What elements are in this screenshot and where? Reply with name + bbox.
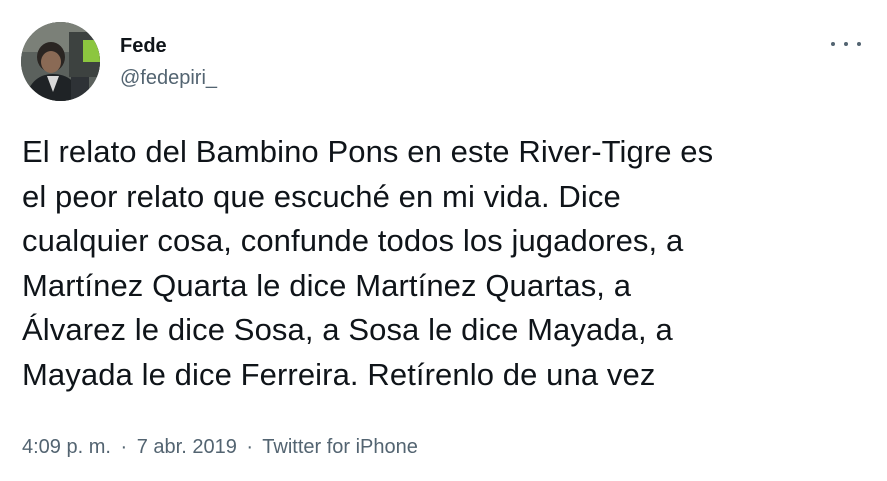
author-info: Fede @fedepiri_	[120, 34, 217, 90]
tweet-date[interactable]: 7 abr. 2019	[137, 436, 237, 458]
tweet-text-line: el peor relato que escuché en mi vida. D…	[22, 178, 621, 214]
meta-separator: ·	[120, 436, 128, 458]
dot	[831, 42, 835, 46]
author-display-name[interactable]: Fede	[120, 34, 217, 58]
dot	[857, 42, 861, 46]
meta-separator: ·	[246, 436, 254, 458]
avatar[interactable]	[21, 22, 100, 101]
tweet-card: Fede @fedepiri_ El relato del Bambino Po…	[0, 0, 887, 481]
dot	[844, 42, 848, 46]
tweet-text-line: cualquier cosa, confunde todos los jugad…	[22, 223, 684, 258]
tweet-time[interactable]: 4:09 p. m.	[22, 436, 111, 458]
tweet-text-line: Álvarez le dice Sosa, a Sosa le dice May…	[22, 312, 673, 347]
more-dots-icon[interactable]	[831, 34, 861, 54]
tweet-text-line: Martínez Quarta le dice Martínez Quartas…	[22, 267, 632, 303]
tweet-text-line: Mayada le dice Ferreira. Retírenlo de un…	[22, 356, 656, 392]
tweet-source-link[interactable]: Twitter for iPhone	[262, 436, 418, 458]
tweet-text-line: El relato del Bambino Pons en este River…	[22, 134, 714, 169]
author-handle[interactable]: @fedepiri_	[120, 66, 217, 90]
tweet-text: El relato del Bambino Pons en este River…	[22, 130, 872, 397]
tweet-metadata: 4:09 p. m. · 7 abr. 2019 · Twitter for i…	[22, 433, 418, 461]
avatar-photo	[21, 22, 100, 101]
